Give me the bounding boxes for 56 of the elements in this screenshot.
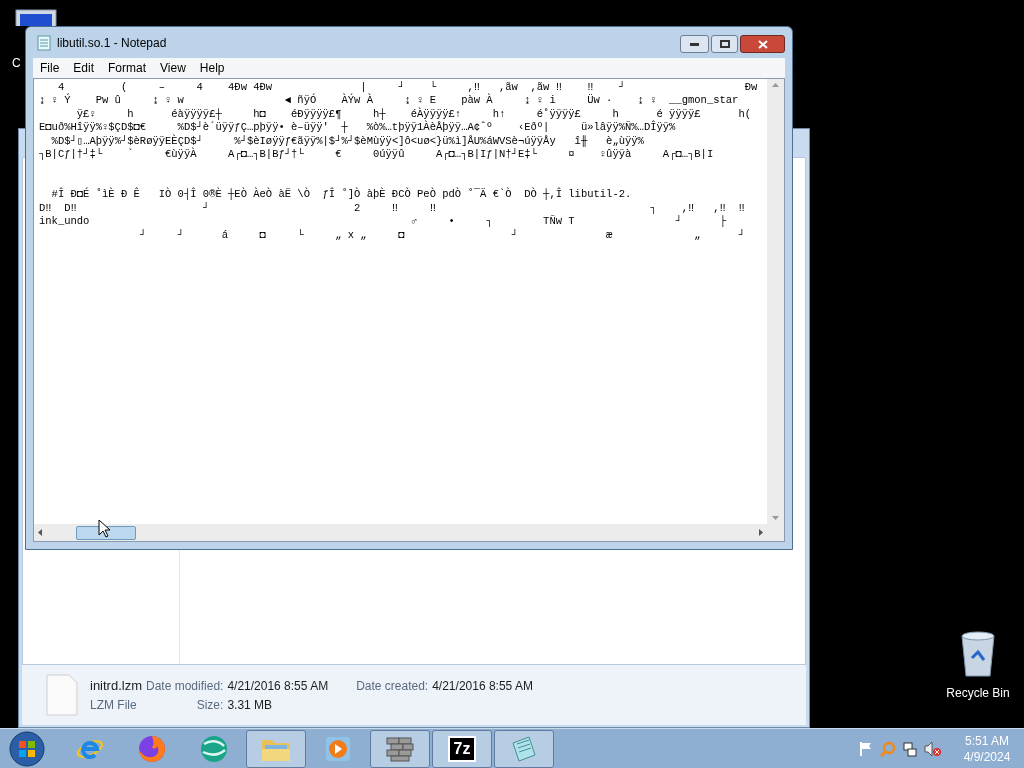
text-line: ┘ ┘ á ◘ └ „ x „ ◘ ┘ æ „ ┘ xyxy=(138,228,746,243)
down-arrow-icon xyxy=(772,516,779,520)
notepad-icon xyxy=(509,734,539,763)
left-arrow-icon xyxy=(38,529,42,536)
close-icon xyxy=(757,39,768,49)
sevenzip-logo: 7z xyxy=(447,735,477,762)
vertical-scrollbar[interactable] xyxy=(767,79,784,524)
taskbar-button[interactable]: 7z xyxy=(432,729,492,768)
windows-logo-icon xyxy=(9,730,45,767)
file-type: LZM File xyxy=(90,696,138,714)
window-title: libutil.so.1 - Notepad xyxy=(57,34,168,52)
trash-bin-icon[interactable] xyxy=(958,630,998,678)
globe-icon xyxy=(198,733,230,764)
brick-wall-icon xyxy=(385,735,415,762)
taskbar-button[interactable] xyxy=(494,729,554,768)
minimize-button[interactable] xyxy=(680,35,709,53)
fox-globe-icon xyxy=(137,733,167,764)
field-value: 4/21/2016 8:55 AM xyxy=(227,678,329,696)
notepad-icon xyxy=(37,34,51,51)
text-line: D‼ D‼ ┘ 2 ‼ ‼ ┐ ,‼ ,‼ ‼ xyxy=(39,201,746,215)
file-name: initrd.lzm xyxy=(90,677,142,696)
text-line: #Î Đ◘É ˚ìÈ Đ Ê IÒ 0┤Î 0®È ┼EÒ ÀeÒ àË \Ò ƒÎ ˚]Ò àþÈ ĐCÒ PeÒ pdÒ ˚¯Ä €`Ò DÒ ┼,Î libutil-2. xyxy=(50,188,633,202)
field-value: 3.31 MB xyxy=(227,696,274,714)
taskbar-button[interactable] xyxy=(370,729,430,768)
speaker-muted-icon[interactable] xyxy=(924,740,942,757)
mouse-pointer-icon xyxy=(98,519,110,538)
menu-item[interactable]: Edit xyxy=(67,59,101,77)
field-value: 4/21/2016 8:55 AM xyxy=(432,678,533,696)
text-line: ink_undo ♂ • ┐ TÑw T ┘ ├ xyxy=(39,215,727,229)
field-label: Date created: xyxy=(356,678,429,696)
menu-item[interactable]: View xyxy=(154,59,192,77)
minimize-icon xyxy=(690,42,699,46)
menu-item[interactable]: File xyxy=(34,59,66,77)
text-line: %D$┘▯…Aþÿÿ%┘$èRøÿÿEÈÇD$┘ %┘$èIøÿÿƒ€ãÿÿ%|$┘%┘$èMùÿÿ<]ô<uø<}ü%ì]ÅU%áWVSè¬úÿÿÅy î╫ è„ùÿÿ% xyxy=(50,134,645,147)
menu-item[interactable]: Format xyxy=(102,59,153,77)
taskbar-button[interactable] xyxy=(246,729,306,768)
text-line: 4 ( – 4 4Đw 4Đw | ┘ └ ,‼ ,ãw ,ãw ‼ ‼ ┘ Đw xyxy=(56,81,759,93)
horizontal-scrollbar[interactable] xyxy=(34,524,767,541)
network-icon[interactable] xyxy=(902,740,918,757)
field-label: Date modified: xyxy=(146,678,224,696)
text-line: ┐B|Cƒ|†┘‡└ ` €ùÿÿÀ A┌◘…┐B|Bƒ┘†└ € 0úÿÿû A┌◘…┐B|Iƒ|N†┘E‡└ ¤ ♀ûÿÿà A┌◘…┐B|I xyxy=(39,148,715,162)
field-label: Size: xyxy=(195,696,224,714)
flag-icon[interactable] xyxy=(858,740,874,757)
text-line: ↨ ♀ Ý Pw û ↨ ♀ w ◄ ñÿÓ ÀÝw À ↨ ♀ E pàw À ↨ ♀ i Üw · ↨ ♀ __gmon_star xyxy=(39,94,740,107)
icon-label: Recycle Bin xyxy=(946,685,1010,702)
maximize-icon xyxy=(719,40,730,48)
computer-icon[interactable] xyxy=(12,8,60,26)
maximize-button[interactable] xyxy=(711,35,738,53)
up-arrow-icon xyxy=(772,83,779,87)
close-button[interactable] xyxy=(740,35,785,53)
right-arrow-icon xyxy=(759,529,763,536)
menu-item[interactable]: Help xyxy=(193,59,231,77)
text-line: E◘uð%Hîÿÿ%♀$ÇD$◘€ %D$┘è´üÿÿƒÇ…pþÿÿ• è–üÿÿ' ┼ %ò%…tþÿÿ1ÀèÅþÿÿ…A¢ˆº ‹Eðº| ü»lâÿÿ%Ñ%…DÎÿÿ% xyxy=(39,121,677,134)
icon-label: C xyxy=(12,56,21,70)
file-icon xyxy=(46,674,78,716)
play-icon xyxy=(324,734,352,763)
